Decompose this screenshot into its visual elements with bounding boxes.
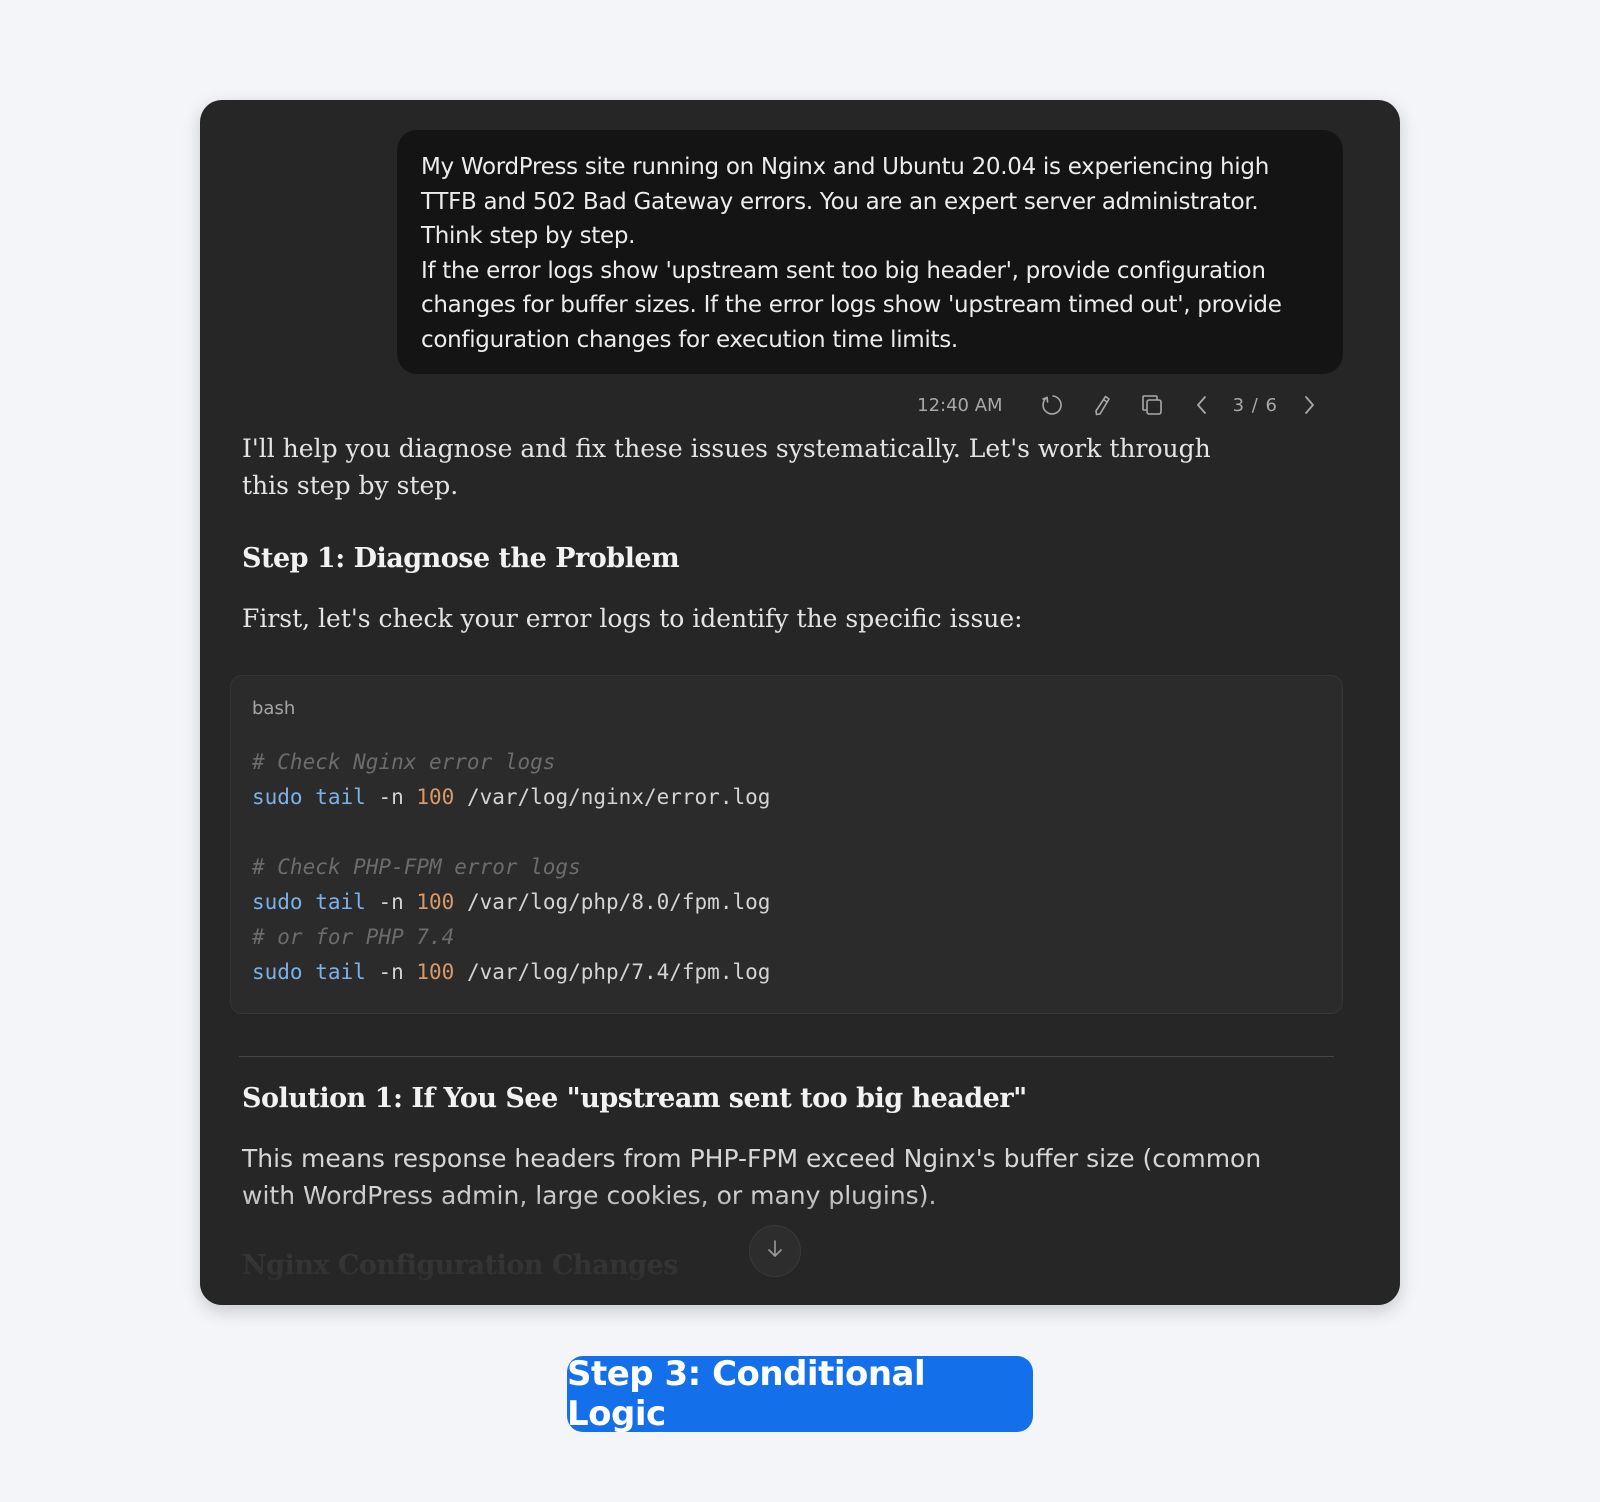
solution1-heading: Solution 1: If You See "upstream sent to… xyxy=(242,1083,1027,1114)
chat-window: My WordPress site running on Nginx and U… xyxy=(200,100,1400,1305)
assistant-intro: I'll help you diagnose and fix these iss… xyxy=(242,434,1211,500)
section-divider xyxy=(239,1056,1334,1057)
code-command: sudo tail xyxy=(252,890,366,914)
code-content[interactable]: # Check Nginx error logs sudo tail -n 100… xyxy=(252,745,770,990)
code-line: sudo tail -n 100 /var/log/nginx/error.lo… xyxy=(252,780,770,815)
code-line: # or for PHP 7.4 xyxy=(252,920,770,955)
code-argument: /var/log/php/7.4/fpm.log xyxy=(454,960,771,984)
code-language-label: bash xyxy=(252,698,296,719)
code-block[interactable]: bash # Check Nginx error logs sudo tail -… xyxy=(230,675,1343,1014)
code-line: # Check Nginx error logs xyxy=(252,745,770,780)
code-comment: # Check Nginx error logs xyxy=(252,750,556,774)
step-badge: Step 3: Conditional Logic xyxy=(567,1354,1033,1434)
code-line: sudo tail -n 100 /var/log/php/8.0/fpm.lo… xyxy=(252,885,770,920)
code-command: sudo tail xyxy=(252,785,366,809)
code-line: sudo tail -n 100 /var/log/php/7.4/fpm.lo… xyxy=(252,955,770,990)
solution1-text: This means response headers from PHP-FPM… xyxy=(242,1144,1262,1210)
code-argument: /var/log/php/8.0/fpm.log xyxy=(454,890,771,914)
message-pager: 3 / 6 xyxy=(1232,394,1278,416)
code-comment: # Check PHP-FPM error logs xyxy=(252,855,581,879)
code-comment: # or for PHP 7.4 xyxy=(252,925,455,949)
step1-text: First, let's check your error logs to id… xyxy=(242,604,1023,633)
user-message-bubble: My WordPress site running on Nginx and U… xyxy=(397,130,1343,374)
scroll-down-button[interactable] xyxy=(749,1225,801,1277)
code-flag: -n xyxy=(365,890,417,914)
code-flag: -n xyxy=(365,785,417,809)
chevron-right-icon[interactable] xyxy=(1296,392,1322,418)
step1-heading: Step 1: Diagnose the Problem xyxy=(242,543,680,574)
code-number: 100 xyxy=(416,890,455,914)
user-message-paragraph: My WordPress site running on Nginx and U… xyxy=(421,154,1269,249)
copy-icon[interactable] xyxy=(1139,392,1165,418)
chevron-left-icon[interactable] xyxy=(1189,392,1215,418)
code-argument: /var/log/nginx/error.log xyxy=(454,785,771,809)
code-line: # Check PHP-FPM error logs xyxy=(252,850,770,885)
pencil-icon[interactable] xyxy=(1089,392,1115,418)
next-section-heading: Nginx Configuration Changes xyxy=(242,1250,678,1281)
refresh-icon[interactable] xyxy=(1039,392,1065,418)
message-timestamp: 12:40 AM xyxy=(917,394,1003,416)
code-number: 100 xyxy=(416,960,455,984)
code-command: sudo tail xyxy=(252,960,366,984)
code-number: 100 xyxy=(416,785,455,809)
code-flag: -n xyxy=(365,960,417,984)
user-message-paragraph: If the error logs show 'upstream sent to… xyxy=(421,257,1282,353)
message-actions-row: 12:40 AM 3 / 6 xyxy=(917,388,1334,422)
arrow-down-icon xyxy=(764,1238,786,1264)
